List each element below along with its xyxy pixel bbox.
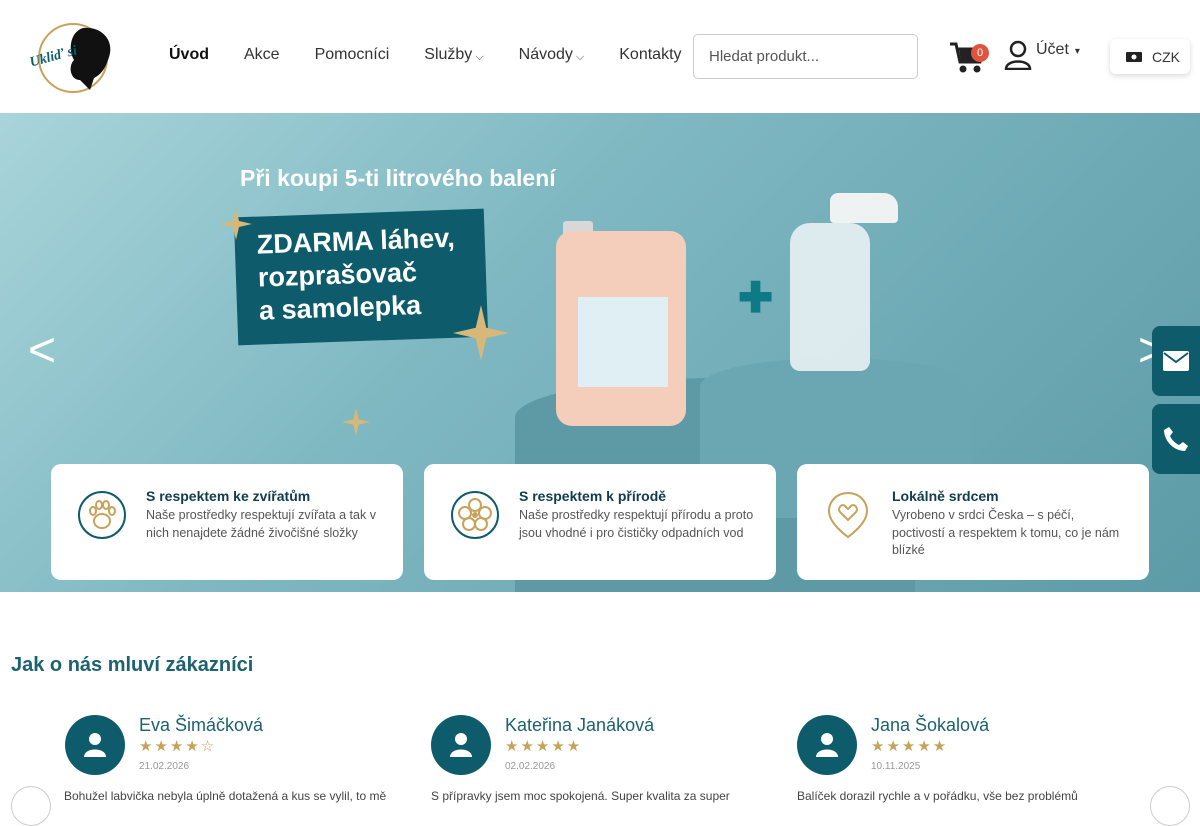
nav-item-akce[interactable]: Akce (244, 46, 280, 64)
paw-icon (78, 491, 126, 539)
spray-trigger-image (830, 193, 898, 223)
canister-label-image (578, 297, 668, 387)
review-text: Balíček dorazil rychle a v pořádku, vše … (797, 789, 1078, 803)
feature-title: S respektem k přírodě (519, 488, 667, 504)
account-menu[interactable]: Účet ▾ (1004, 40, 1080, 70)
nav-item-pomocnici[interactable]: Pomocníci (315, 46, 390, 64)
nav-item-kontakty[interactable]: Kontakty (619, 46, 681, 64)
feature-description: Naše prostředky respektují přírodu a pro… (519, 508, 754, 540)
sparkle-icon (220, 208, 252, 240)
feature-card-animals: S respektem ke zvířatům Naše prostředky … (51, 464, 403, 580)
phone-contact-button[interactable] (1152, 404, 1200, 474)
user-icon (1004, 40, 1032, 70)
rating-stars: ★★★★★ (871, 738, 949, 755)
user-icon (84, 733, 106, 757)
review-text: S přípravky jsem moc spokojená. Super kv… (431, 789, 730, 803)
nav-item-navody[interactable]: Návody ⌵ (519, 46, 585, 64)
account-label: Účet (1036, 41, 1069, 58)
carousel-prev-button[interactable]: < (28, 323, 56, 378)
reviewer-name: Kateřina Janáková (505, 715, 655, 735)
plus-icon: ✚ (738, 274, 774, 321)
nav-item-uvod[interactable]: Úvod (169, 46, 209, 64)
nav-item-sluzby[interactable]: Služby ⌵ (424, 46, 483, 64)
hero-headline: ZDARMA láhev, rozprašovač a samolepka (233, 208, 489, 346)
money-icon (1126, 51, 1142, 62)
feature-card-nature: S respektem k přírodě Naše prostředky re… (424, 464, 776, 580)
sparkle-icon (453, 305, 509, 361)
avatar (65, 715, 125, 775)
spray-bottle-image (790, 223, 870, 371)
logo[interactable]: Ukliď si (28, 20, 118, 96)
feature-card-local: Lokálně srdcem Vyrobeno v srdci Česka – … (797, 464, 1149, 580)
main-nav: Úvod Akce Pomocníci Služby ⌵ Návody ⌵ Kont… (169, 46, 717, 64)
user-icon (450, 733, 472, 757)
phone-icon (1164, 427, 1188, 451)
hero-headline-line: a samolepka (258, 289, 422, 326)
review-text: Bohužel labvička nebyla úplně dotažená a… (64, 789, 387, 803)
reviews-next-button[interactable] (1150, 786, 1190, 826)
feature-description: Naše prostředky respektují zvířata a tak… (146, 508, 376, 540)
heart-location-icon (827, 491, 869, 539)
currency-selector[interactable]: CZK (1110, 39, 1190, 74)
rating-stars: ★★★★★ (505, 738, 583, 755)
avatar (797, 715, 857, 775)
envelope-icon (1163, 351, 1189, 371)
cart-count-badge: 0 (971, 44, 989, 62)
feature-description: Vyrobeno v srdci Česka – s péčí, poctivo… (892, 508, 1120, 557)
email-contact-button[interactable] (1152, 326, 1200, 396)
chevron-down-icon: ⌵ (475, 51, 484, 63)
search-input[interactable] (693, 34, 918, 79)
reviews-prev-button[interactable] (11, 786, 51, 826)
review-date: 02.02.2026 (505, 761, 556, 772)
reviews-heading: Jak o nás mluví zákazníci (11, 654, 254, 676)
feature-title: S respektem ke zvířatům (146, 488, 311, 504)
reviewer-name: Jana Šokalová (871, 715, 990, 735)
caret-down-icon: ▾ (1074, 45, 1080, 57)
sparkle-icon (342, 408, 370, 436)
header: Ukliď si Úvod Akce Pomocníci Služby ⌵ Náv… (0, 0, 1200, 113)
avatar (431, 715, 491, 775)
rating-stars: ★★★★☆ (139, 738, 217, 755)
hero-banner[interactable]: ✚ Při koupi 5-ti litrového balení ZDARMA… (0, 113, 1200, 592)
flower-icon (451, 491, 499, 539)
chevron-down-icon: ⌵ (575, 51, 585, 63)
review-date: 10.11.2025 (871, 761, 921, 772)
hero-subtitle: Při koupi 5-ti litrového balení (240, 165, 556, 191)
review-date: 21.02.2026 (139, 761, 190, 772)
currency-label: CZK (1152, 48, 1180, 65)
feature-title: Lokálně srdcem (892, 488, 999, 504)
reviewer-name: Eva Šimáčková (139, 715, 264, 735)
user-icon (816, 733, 838, 757)
